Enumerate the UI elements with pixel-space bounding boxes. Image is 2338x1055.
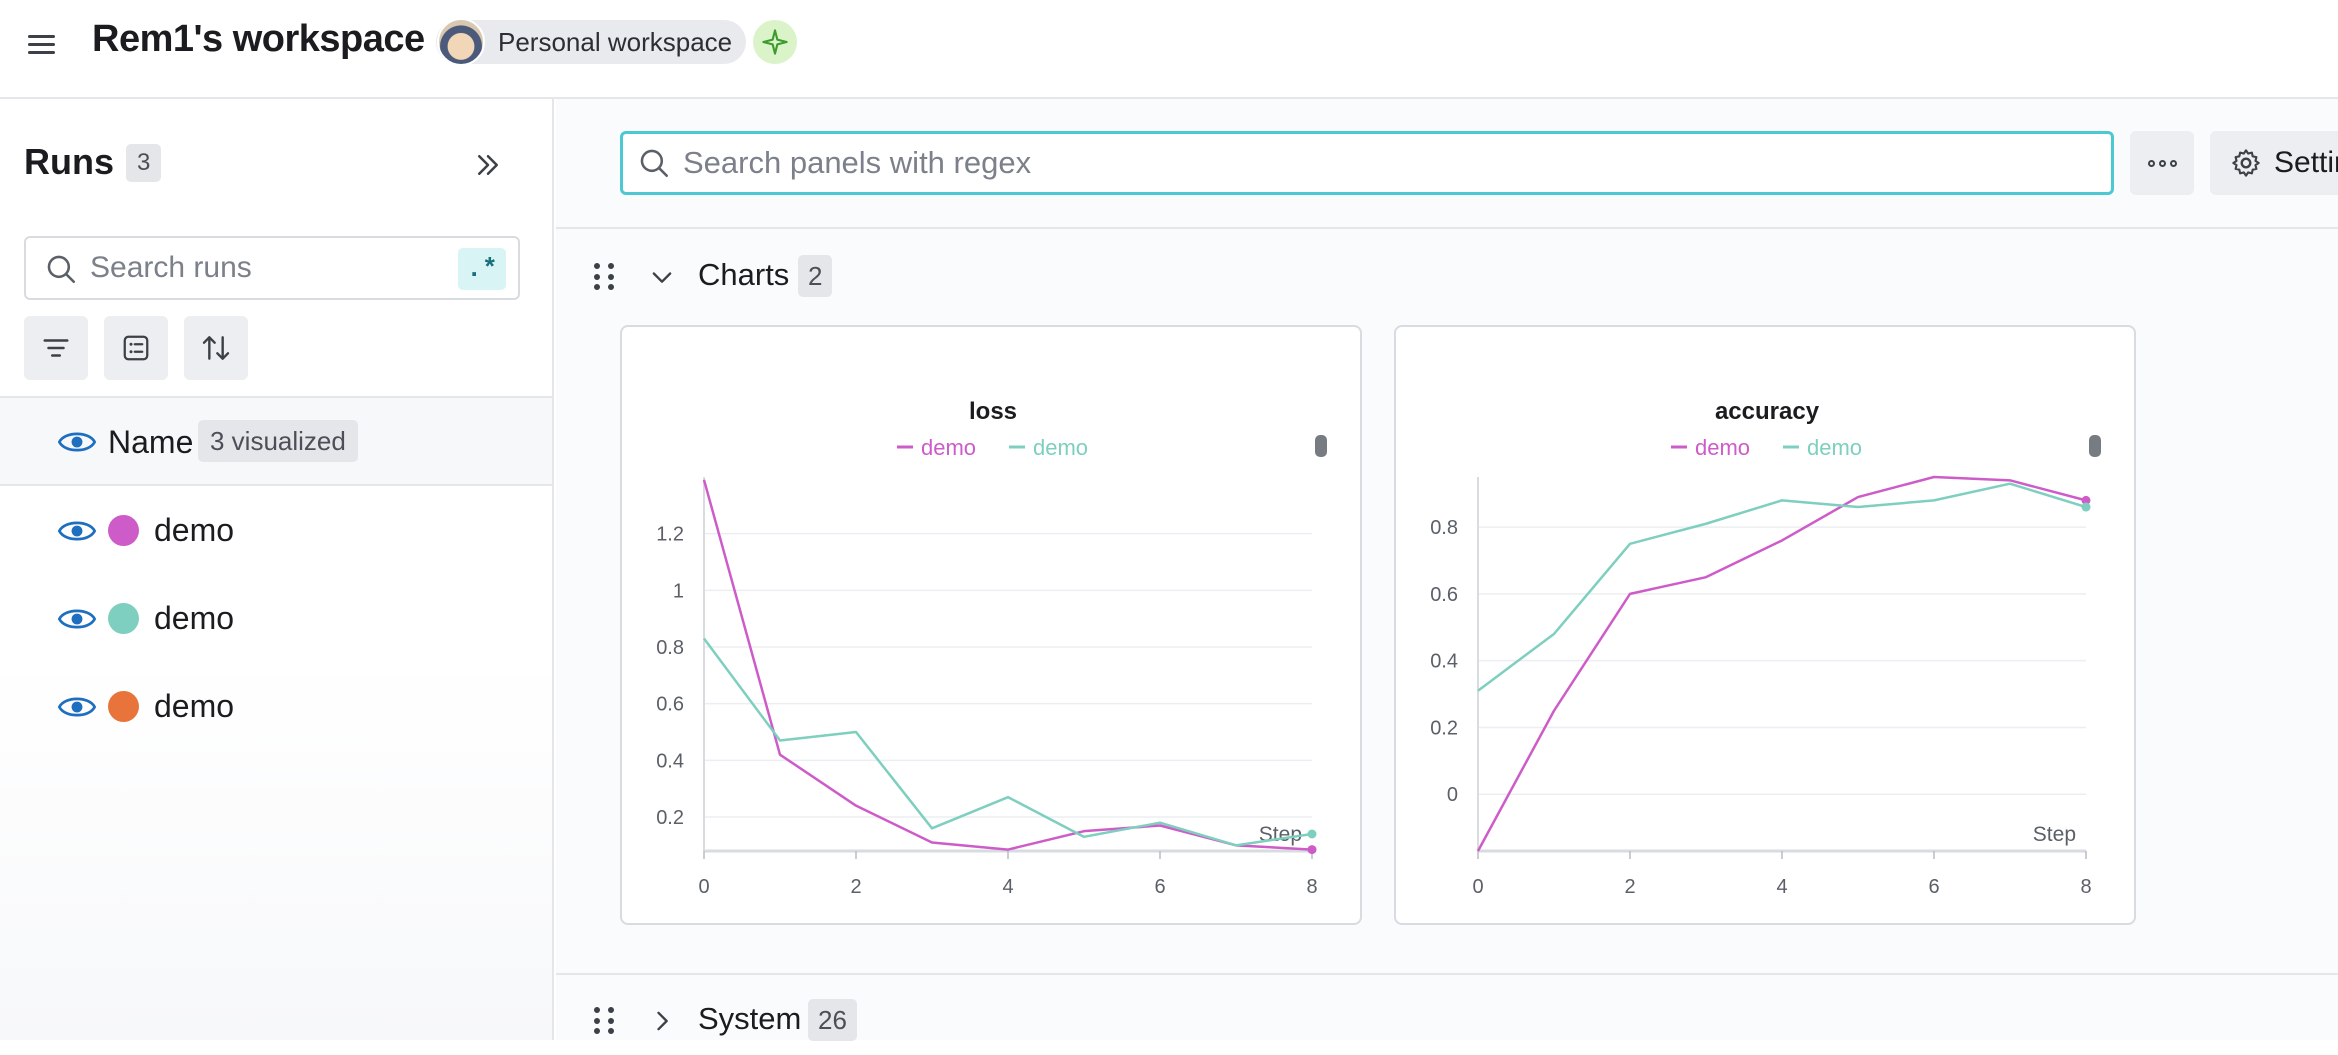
filter-icon [43, 339, 69, 357]
run-row[interactable]: demo [0, 575, 552, 663]
y-tick-label: 0.8 [1430, 517, 1458, 539]
drag-handle-icon[interactable] [594, 1007, 616, 1035]
y-tick-label: 0.4 [1430, 651, 1458, 673]
legend-label: demo [1807, 435, 1862, 460]
series-line [702, 637, 1313, 847]
section-system[interactable]: System 26 [556, 985, 2338, 1055]
run-count-badge: 3 [126, 144, 162, 182]
filter-button[interactable] [24, 316, 88, 380]
x-tick-label: 8 [2080, 876, 2091, 898]
legend-scroll-icon [1315, 435, 1327, 457]
series-endpoint [1307, 829, 1317, 839]
settings-button[interactable]: Settings [2210, 131, 2338, 195]
y-tick-label: 0.2 [656, 807, 684, 829]
section-divider [556, 973, 2338, 975]
x-tick-label: 2 [850, 876, 861, 898]
search-icon [47, 255, 76, 284]
x-tick-label: 0 [1472, 876, 1483, 898]
x-tick-label: 4 [1002, 876, 1013, 898]
more-options-button[interactable] [2130, 131, 2194, 195]
sort-icon [202, 336, 230, 360]
section-count-badge: 26 [808, 999, 857, 1041]
x-tick-label: 2 [1624, 876, 1635, 898]
chevron-right-icon[interactable] [648, 1007, 676, 1035]
x-tick-label: 6 [1928, 876, 1939, 898]
run-row[interactable]: demo [0, 663, 552, 751]
legend-label: demo [1695, 435, 1750, 460]
visualized-badge: 3 visualized [198, 420, 358, 462]
double-chevron-right-icon [478, 155, 498, 175]
run-name[interactable]: demo [154, 688, 234, 725]
list-icon [123, 335, 149, 361]
chart-panel-accuracy[interactable]: accuracy demo demo 0 0.2 0.4 0.6 0.8 0 2 4 6 8 Step [1394, 325, 2136, 925]
drag-handle-icon[interactable] [594, 263, 616, 291]
x-axis-label: Step [1259, 823, 1302, 846]
x-tick-label: 8 [1306, 876, 1317, 898]
y-tick-label: 0.6 [656, 694, 684, 716]
runs-title: Runs [24, 141, 114, 182]
chart-title: loss [969, 398, 1017, 425]
workspace-title: Rem1's workspace [92, 18, 425, 60]
run-name[interactable]: demo [154, 600, 234, 637]
y-tick-label: 0.4 [656, 750, 684, 772]
x-tick-label: 6 [1154, 876, 1165, 898]
legend-label: demo [1033, 435, 1088, 460]
panel-toolbar: Settings [556, 99, 2338, 229]
group-button[interactable] [104, 316, 168, 380]
gear-icon [2232, 149, 2260, 177]
legend-label: demo [921, 435, 976, 460]
eye-icon[interactable] [58, 605, 96, 633]
run-color-dot[interactable] [108, 603, 139, 634]
y-tick-label: 0.6 [1430, 584, 1458, 606]
chart-title: accuracy [1715, 398, 1820, 425]
y-tick-label: 1.2 [656, 524, 684, 546]
hamburger-icon[interactable] [28, 30, 60, 58]
search-runs-field[interactable]: .* [24, 236, 520, 300]
avatar[interactable] [437, 18, 485, 66]
eye-icon[interactable] [58, 693, 96, 721]
run-color-dot[interactable] [108, 691, 139, 722]
x-tick-label: 0 [698, 876, 709, 898]
panel-search-field[interactable] [620, 131, 2114, 195]
y-tick-label: 0.8 [656, 637, 684, 659]
series-line [1477, 482, 2087, 692]
y-tick-label: 0.2 [1430, 717, 1458, 739]
collapse-sidebar-button[interactable] [466, 143, 510, 187]
top-bar: Rem1's workspace Personal workspace [0, 0, 2338, 99]
accuracy-chart: accuracy demo demo 0 0.2 0.4 0.6 0.8 0 2 4 6 8 Step [1430, 398, 2101, 898]
search-runs-input[interactable] [90, 248, 470, 288]
sort-button[interactable] [184, 316, 248, 380]
settings-label: Settings [2274, 146, 2338, 179]
section-charts[interactable]: Charts 2 [556, 241, 2338, 311]
run-row[interactable]: demo [0, 487, 552, 575]
eye-icon[interactable] [58, 517, 96, 545]
y-tick-label: 1 [673, 580, 684, 602]
runs-sidebar: Runs 3 .* Name 3 visualized demo demo de… [0, 99, 554, 1040]
series-line [702, 479, 1313, 851]
x-tick-label: 4 [1776, 876, 1787, 898]
chevron-down-icon[interactable] [648, 263, 676, 291]
workspace-main: Settings Charts 2 loss demo demo 0.2 0.4 0.6 0… [556, 99, 2338, 1041]
run-name[interactable]: demo [154, 512, 234, 549]
eye-icon[interactable] [58, 428, 96, 456]
loss-chart: loss demo demo 0.2 0.4 0.6 0.8 1 1.2 0 2 4 6 8 Step [656, 398, 1327, 898]
search-icon [640, 149, 669, 178]
y-tick-label: 0 [1447, 784, 1458, 806]
runs-name-header: Name 3 visualized [0, 396, 552, 486]
section-title[interactable]: System [698, 1001, 801, 1037]
section-title[interactable]: Charts [698, 257, 789, 293]
legend-scroll-icon [2089, 435, 2101, 457]
series-endpoint [1307, 845, 1317, 855]
x-axis-label: Step [2033, 823, 2076, 846]
series-endpoint [2081, 502, 2091, 512]
sparkle-icon[interactable] [753, 20, 797, 64]
chart-panel-loss[interactable]: loss demo demo 0.2 0.4 0.6 0.8 1 1.2 0 2 4 6 8 Step [620, 325, 1362, 925]
panel-search-input[interactable] [683, 143, 2083, 183]
regex-toggle-button[interactable]: .* [458, 248, 506, 290]
name-column-label[interactable]: Name [108, 424, 193, 461]
run-color-dot[interactable] [108, 515, 139, 546]
section-count-badge: 2 [798, 255, 833, 297]
